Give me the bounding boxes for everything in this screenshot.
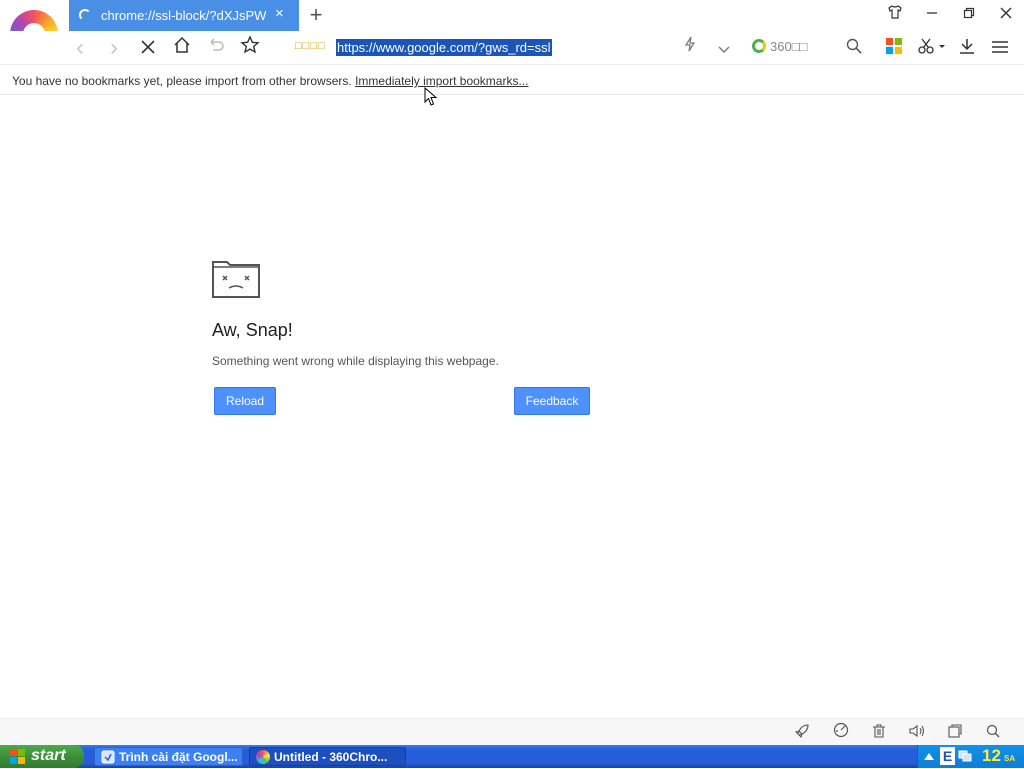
home-button[interactable] <box>169 35 195 61</box>
security-indicator[interactable]: □□□□ <box>295 40 326 52</box>
error-title: Aw, Snap! <box>212 320 293 340</box>
tab-close-icon[interactable]: × <box>275 5 284 22</box>
taskbar-item-label: Untitled - 360Chro... <box>274 750 388 764</box>
menu-icon[interactable] <box>987 35 1013 61</box>
window-icon[interactable] <box>944 722 966 744</box>
screenshot-scissors-icon[interactable] <box>914 35 948 61</box>
undo-close-tab-button[interactable] <box>203 35 229 61</box>
loading-spinner-icon <box>79 9 91 21</box>
taskbar-item-installer[interactable]: Trình cài đặt Googl... <box>94 747 243 766</box>
favorite-star-button[interactable] <box>237 35 263 61</box>
search-icon[interactable] <box>841 35 867 61</box>
lightning-icon[interactable] <box>677 35 703 61</box>
bookmarks-bar: You have no bookmarks yet, please import… <box>0 64 1024 95</box>
page-content <box>0 95 1024 718</box>
zoom-icon[interactable] <box>982 722 1004 744</box>
download-icon[interactable] <box>954 35 980 61</box>
new-tab-button[interactable]: + <box>305 2 327 28</box>
stop-button[interactable] <box>135 35 161 61</box>
apps-grid-icon[interactable] <box>881 35 907 61</box>
feedback-button[interactable]: Feedback <box>514 387 590 415</box>
tray-up-arrow-icon[interactable] <box>923 749 935 767</box>
start-label: start <box>31 747 66 764</box>
restore-button[interactable] <box>956 4 982 26</box>
tab-title: chrome://ssl-block/?dXJsPWh <box>101 8 266 23</box>
speaker-icon[interactable] <box>906 722 928 744</box>
mouse-cursor-icon <box>424 86 438 107</box>
clock-time[interactable]: 12 <box>982 746 1001 766</box>
rocket-icon[interactable] <box>791 722 813 744</box>
forward-button[interactable]: › <box>101 35 127 61</box>
taskbar-item-label: Trình cài đặt Googl... <box>119 750 238 764</box>
input-language-indicator[interactable]: E <box>940 747 955 765</box>
start-button[interactable]: start <box>0 745 84 768</box>
bookmarks-empty-message: You have no bookmarks yet, please import… <box>12 74 352 88</box>
import-bookmarks-link[interactable]: Immediately import bookmarks... <box>355 74 528 88</box>
sad-folder-icon <box>212 258 260 298</box>
system-tray: E 12 SA <box>917 745 1024 768</box>
address-dropdown-icon[interactable] <box>711 35 737 61</box>
windows-flag-icon <box>10 749 26 764</box>
skin-icon[interactable] <box>882 4 908 26</box>
trash-icon[interactable] <box>868 722 890 744</box>
address-url[interactable]: https://www.google.com/?gws_rd=ssl <box>336 39 552 56</box>
search-engine-logo-icon <box>752 39 766 53</box>
network-icon[interactable] <box>958 749 972 768</box>
browser-logo-icon <box>256 750 270 764</box>
error-description: Something went wrong while displaying th… <box>212 354 499 368</box>
back-button[interactable]: ‹ <box>67 35 93 61</box>
search-engine-selector[interactable]: 360□□ <box>752 39 807 54</box>
search-engine-label: 360□□ <box>770 39 808 54</box>
tab-active[interactable]: chrome://ssl-block/?dXJsPWh × <box>69 0 299 31</box>
clock-ampm: SA <box>1004 754 1016 763</box>
address-bar[interactable]: □□□□ https://www.google.com/?gws_rd=ssl <box>295 37 735 59</box>
minimize-button[interactable] <box>919 4 945 26</box>
close-window-button[interactable] <box>993 4 1019 26</box>
installer-icon <box>101 750 115 764</box>
taskbar-item-browser[interactable]: Untitled - 360Chro... <box>249 747 406 766</box>
reload-button[interactable]: Reload <box>214 387 276 415</box>
speed-icon[interactable] <box>830 722 852 744</box>
